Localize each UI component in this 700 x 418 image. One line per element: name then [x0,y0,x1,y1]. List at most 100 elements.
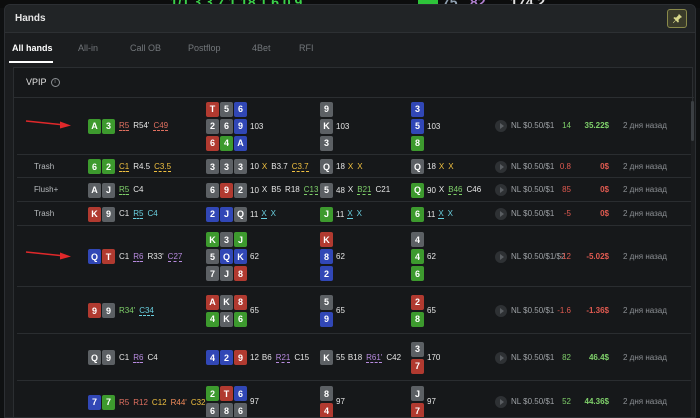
action-list: R34' C34 [119,306,154,316]
action-token: R5 [119,185,130,195]
pot-size: 170 [427,352,441,362]
hand-row[interactable]: 7 7 R5 R12 C12 R44' C32 2 T 6 97 6 8 6 8 97 4 J 97 7 NL $0.5… [17,381,693,417]
active-tab-indicator [9,61,53,63]
result-money: -1.36$ [586,305,609,315]
replay-play-icon[interactable] [495,351,507,364]
playing-card: K [320,118,333,134]
turn-street: Q 18 X X [320,159,363,174]
street-line: 64A [206,135,263,151]
hand-row[interactable]: 9 9 R34' C34 A K 8 65 4 K 6 5 65 9 2 65 8 NL $0.50/$1 -1.6… [17,287,693,334]
scrollbar-thumb[interactable] [691,101,694,141]
hand-row[interactable]: Q T C1 R6 R33' C27 K 3 J 5 Q K 62 7 J 8 K 8 62 2 4 4 62 6 NL $0.… [17,226,693,287]
replay-play-icon[interactable] [495,184,507,196]
playing-card: 5 [220,101,233,117]
playing-card: 8 [220,403,233,417]
tab-all-in[interactable]: All-in [78,43,98,53]
hand-row[interactable]: Q 9 C1 R6 C4 4 2 9 12 B6 R21 C15 K 55 B18 R61' C42 3 170 7 N… [17,334,693,381]
street-line: 9 [320,101,349,117]
pot-size: 10 [250,185,259,195]
tab-rfi[interactable]: RFI [299,43,314,53]
playing-card: 6 [234,311,247,327]
card-group: J [320,206,333,222]
playing-card: T [220,386,233,401]
playing-card: A [206,294,219,310]
pot-size: 62 [427,252,436,261]
tab-call-ob[interactable]: Call OB [130,43,161,53]
street-line: 4 62 [411,249,436,264]
action-token: R54' [133,121,150,130]
turn-street: J 11 X X [320,206,362,222]
result-money: 0$ [600,185,609,194]
replay-play-icon[interactable] [495,120,507,132]
tab-4bet[interactable]: 4Bet [252,43,271,53]
card-group: 686 [206,403,247,417]
replay-play-icon[interactable] [495,208,507,220]
card-group: K [320,232,333,247]
pot-size: 103 [427,121,441,131]
playing-card: 9 [234,350,247,365]
pot-size: 97 [250,397,259,406]
street-line: A K 8 65 [206,294,259,315]
tab-postflop[interactable]: Postflop [188,43,221,53]
playing-card: 5 [320,294,333,310]
replay-play-icon[interactable] [495,396,507,408]
window-header: Hands [5,5,695,33]
annotation-arrow-icon [25,250,71,259]
playing-card: Q [411,182,424,198]
turn-street: 5 48 X B21 C21 [320,182,390,198]
card-group: 333 [206,159,247,174]
playing-card: 6 [206,135,219,151]
playing-card: 8 [234,294,247,310]
playing-card: J [411,386,424,401]
card-group: Q [411,159,424,174]
hand-row[interactable]: A 3 R5 R54' C49 T 5 6 2 6 9 103 6 4 A 9 K 103 3 3 5 103 8 NL $0… [17,97,693,155]
street-line: 5 48 X B21 C21 [320,182,390,198]
result-money: 0$ [600,209,609,218]
card-group: 4 [411,232,424,247]
playing-card: J [234,232,247,247]
playing-card: K [220,294,233,310]
action-token: X [261,185,268,194]
hand-row[interactable]: Trash 6 2 C1 R4.5 C3.5 3 3 3 10 X B3.7 C3.7 Q 18 X X Q 18 X… [17,155,693,178]
card-group: Q [320,159,333,174]
game-stakes: NL $0.50/$1 [511,397,555,406]
street-line: 2 T 6 97 [206,386,259,406]
hand-row[interactable]: Trash K 9 C1 R5 C4 2 J Q 11 X X J 11 X X 6 11 X X NL $0.50/$… [17,202,693,226]
hand-time: 2 дня назад [623,209,667,218]
playing-card: 7 [206,266,219,281]
tab-all-hands[interactable]: All hands [12,43,53,53]
replay-play-icon[interactable] [495,304,507,317]
card-group: 6 [411,206,424,222]
scrollbar-track[interactable] [691,101,694,417]
replay-play-icon[interactable] [495,250,507,263]
street-line: J 11 X X [320,206,362,222]
hero-hand: Q T C1 R6 R33' C27 [88,249,183,264]
river-street: Q 90 X B46 C46 [411,182,481,198]
playing-card: 6 [234,101,247,117]
pot-size: 55 [336,353,345,362]
playing-card: 8 [411,135,424,151]
action-token: C3.7 [291,161,309,172]
playing-card: 8 [411,311,424,327]
playing-card: 4 [206,350,219,365]
action-token: X [357,162,363,171]
info-icon[interactable]: i [50,77,60,87]
street-line: K3J [206,232,259,247]
card-group: 429 [206,350,247,365]
action-token: X [448,162,454,171]
street-line: 6 [411,266,436,281]
playing-card: J [320,206,333,222]
action-list: X B46 C46 [439,185,481,195]
card-group: 9 [320,311,333,327]
playing-card: 9 [220,182,233,198]
action-list: C1 R6 C4 [119,353,158,363]
replay-play-icon[interactable] [495,160,507,173]
action-token: C1 [119,209,130,218]
action-token: C1 [119,161,130,172]
card-group: QT [88,249,115,264]
pot-size: 65 [336,305,345,315]
hand-row[interactable]: Flush+ A J R5 C4 6 9 2 10 X B5 R18 C13 5 48 X B21 C21 Q 90 X… [17,178,693,202]
hand-time: 2 дня назад [623,397,667,406]
pin-button[interactable] [667,9,687,28]
playing-card: 3 [234,159,247,174]
